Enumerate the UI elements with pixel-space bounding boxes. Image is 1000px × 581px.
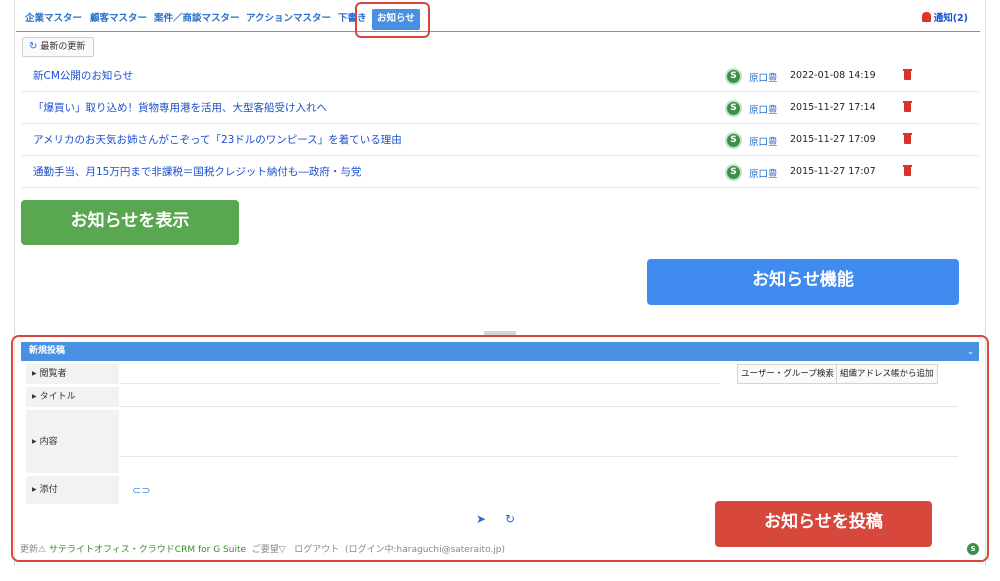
triangle-right-icon: ▶ [32,486,37,493]
notice-date: 2015-11-27 17:07 [790,166,876,177]
triangle-right-icon: ▶ [32,438,37,445]
footer-update-link[interactable]: 更新 [20,545,38,555]
notice-date: 2015-11-27 17:09 [790,134,876,145]
triangle-right-icon: ▶ [32,370,37,377]
notice-row: 「爆買い」取り込め！貨物専用港を活用、大型客船受け入れへ S 原口豊 2015-… [22,92,979,124]
footer-feedback-link[interactable]: ご要望▽ [252,545,286,555]
footer-logout-link[interactable]: ログアウト [294,545,339,555]
reload-icon[interactable]: ↻ [505,512,515,526]
send-icon[interactable]: ➤ [476,512,486,526]
callout-notice-feature: お知らせ機能 [647,259,959,305]
notice-title-link[interactable]: 新CM公開のお知らせ [33,68,133,83]
sateraito-logo-icon: S [967,543,979,555]
notice-date: 2015-11-27 17:14 [790,102,876,113]
tab-bar: 企業マスター 顧客マスター 案件／商談マスター アクションマスター 下書き お知… [16,6,980,32]
tab-highlight-box [355,2,430,38]
triangle-right-icon: ▶ [32,393,37,400]
warning-icon: ⚠ [38,545,47,555]
callout-post-notice: お知らせを投稿 [715,501,932,547]
notification-link[interactable]: 通知(2) [921,10,968,24]
user-avatar-icon: S [725,68,742,85]
add-from-directory-button[interactable]: 組織アドレス帳から追加 [836,364,938,384]
viewers-input[interactable] [120,364,720,384]
tab-deal-master[interactable]: 案件／商談マスター [154,11,240,29]
bell-icon [921,12,931,22]
paperclip-icon[interactable]: ⊂⊃ [132,484,150,497]
trash-icon[interactable] [903,165,912,176]
callout-show-notices: お知らせを表示 [21,200,239,245]
notification-label: 通知(2) [933,13,968,24]
tab-action-master[interactable]: アクションマスター [246,11,331,29]
notice-title-link[interactable]: 通勤手当、月15万円まで非課税＝国税クレジット納付も―政府・与党 [33,164,361,179]
user-avatar-icon: S [725,164,742,181]
notice-list: 新CM公開のお知らせ S 原口豊 2022-01-08 14:19 「爆買い」取… [22,60,979,188]
body-label: ▶ 内容 [26,410,119,473]
footer: 更新⚠ サテライトオフィス・クラウドCRM for G Suite ご要望▽ ロ… [20,542,505,555]
post-form-header-label: 新規投稿 [29,346,66,356]
viewers-label: ▶ 閲覧者 [26,364,119,384]
notice-row: 新CM公開のお知らせ S 原口豊 2022-01-08 14:19 [22,60,979,92]
body-label-text: 内容 [39,437,58,447]
notice-author-link[interactable]: 原口豊 [749,70,778,84]
title-input[interactable] [120,387,958,407]
notice-author-link[interactable]: 原口豊 [749,134,778,148]
footer-login-info: (ログイン中:haraguchi@sateraito.jp) [345,545,506,555]
trash-icon[interactable] [903,101,912,112]
title-label: ▶ タイトル [26,387,119,407]
post-form-header[interactable]: 新規投稿 ⌄ [21,342,979,361]
user-avatar-icon: S [725,100,742,117]
footer-product-link[interactable]: サテライトオフィス・クラウドCRM for G Suite [49,545,246,555]
notice-title-link[interactable]: アメリカのお天気お姉さんがこぞって「23ドルのワンピース」を着ている理由 [33,132,402,147]
tab-customer-master[interactable]: 顧客マスター [90,11,147,29]
body-textarea[interactable] [120,410,958,457]
trash-icon[interactable] [903,69,912,80]
refresh-icon: ↻ [29,41,38,52]
title-label-text: タイトル [39,392,76,402]
notice-row: アメリカのお天気お姉さんがこぞって「23ドルのワンピース」を着ている理由 S 原… [22,124,979,156]
chevron-down-icon[interactable]: ⌄ [967,342,974,361]
trash-icon[interactable] [903,133,912,144]
user-group-search-button[interactable]: ユーザー・グループ検索 [737,364,838,384]
notice-date: 2022-01-08 14:19 [790,70,876,81]
notice-author-link[interactable]: 原口豊 [749,166,778,180]
notice-author-link[interactable]: 原口豊 [749,102,778,116]
viewers-label-text: 閲覧者 [39,369,67,379]
refresh-button[interactable]: ↻ 最新の更新 [22,37,95,57]
notice-title-link[interactable]: 「爆買い」取り込め！貨物専用港を活用、大型客船受け入れへ [33,100,327,115]
attach-label: ▶ 添付 [26,476,119,504]
user-avatar-icon: S [725,132,742,149]
tab-company-master[interactable]: 企業マスター [25,11,82,29]
attach-label-text: 添付 [39,485,58,495]
refresh-label: 最新の更新 [40,42,86,52]
notice-row: 通勤手当、月15万円まで非課税＝国税クレジット納付も―政府・与党 S 原口豊 2… [22,156,979,188]
